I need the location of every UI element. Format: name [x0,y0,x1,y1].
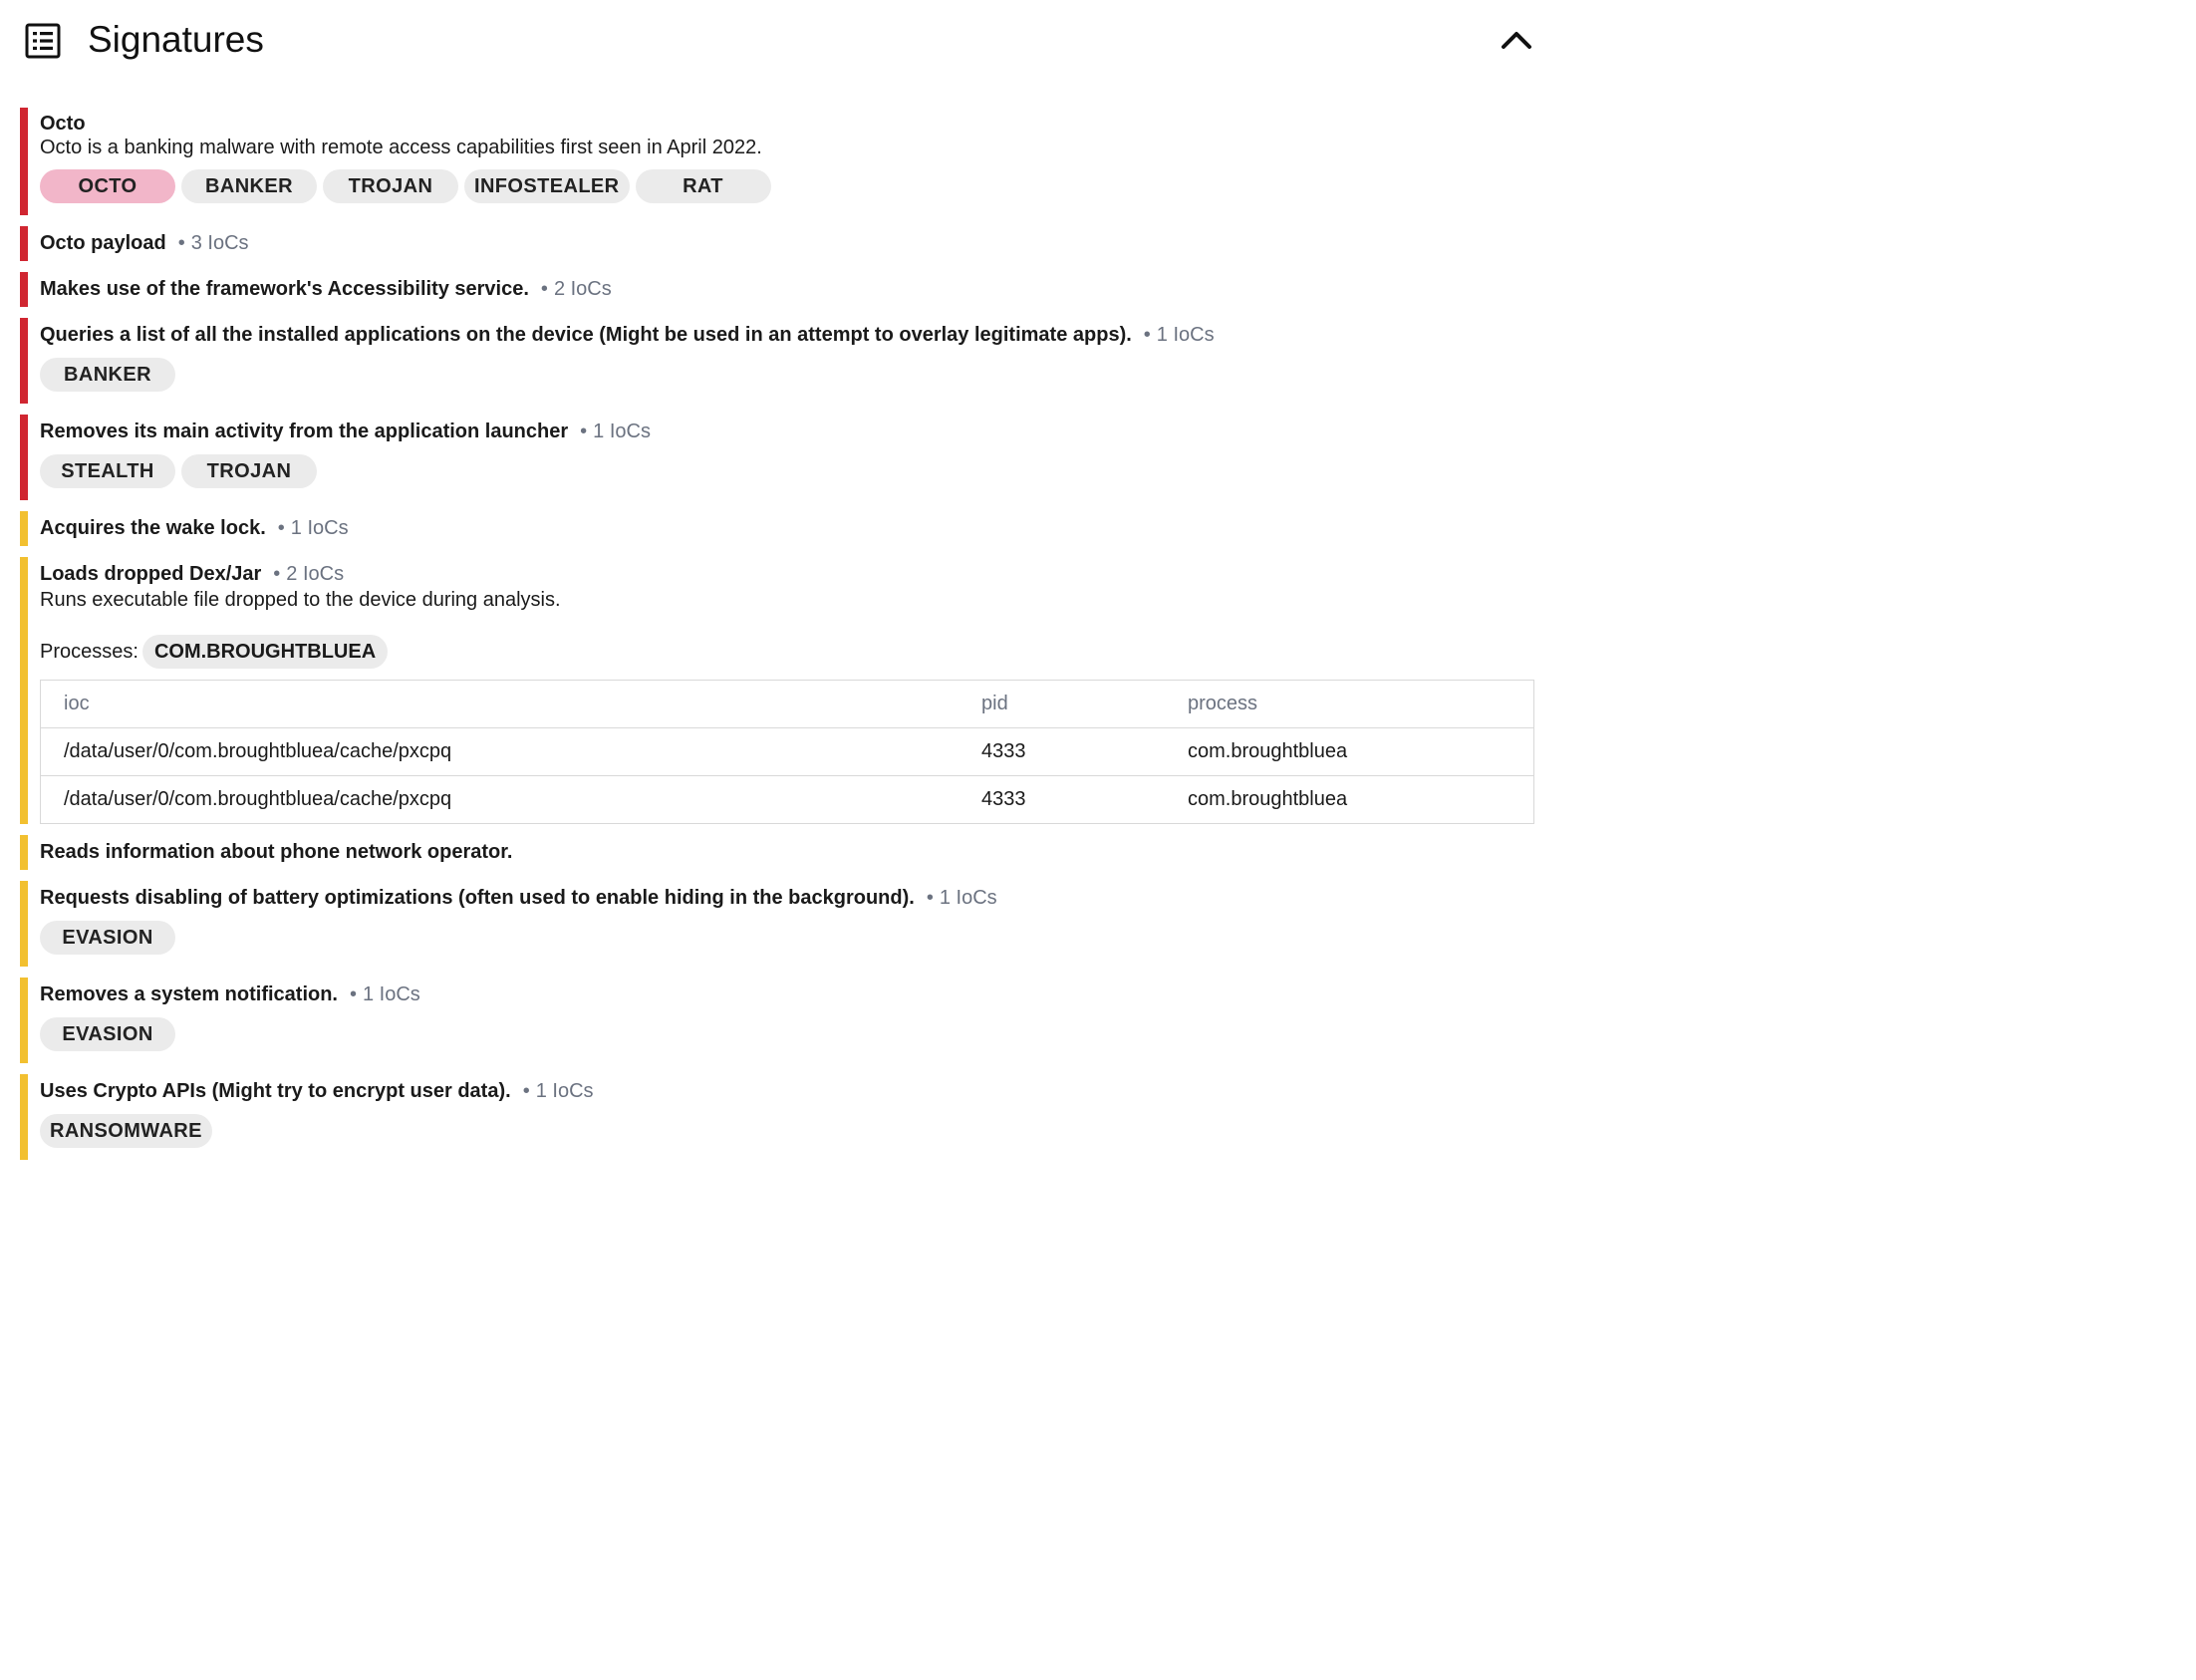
column-header-pid[interactable]: pid [959,680,1165,728]
tag-banker[interactable]: BANKER [181,169,317,203]
process-cell: com.broughtbluea [1165,727,1534,776]
tag-banker[interactable]: BANKER [40,358,175,392]
table-row[interactable]: /data/user/0/com.broughtbluea/cache/pxcp… [41,776,1534,824]
signature-item[interactable]: Octo payload • 3 IoCs [20,226,1534,261]
signature-item[interactable]: Removes its main activity from the appli… [20,415,1534,500]
ioc-count: • 1 IoCs [1143,324,1215,346]
signature-title: Octo [40,112,86,135]
processes-row: Processes: COM.BROUGHTBLUEA [40,634,1534,670]
signature-item[interactable]: Queries a list of all the installed appl… [20,318,1534,404]
signature-item[interactable]: Requests disabling of battery optimizati… [20,881,1534,967]
signature-item[interactable]: Acquires the wake lock. • 1 IoCs [20,511,1534,546]
signature-item[interactable]: Octo Octo is a banking malware with remo… [20,108,1534,215]
tag-octo[interactable]: OCTO [40,169,175,203]
ioc-count: • 1 IoCs [580,420,651,442]
process-chip[interactable]: COM.BROUGHTBLUEA [141,635,389,669]
signature-item[interactable]: Reads information about phone network op… [20,835,1534,870]
signature-title: Makes use of the framework's Accessibili… [40,278,529,300]
signature-title: Queries a list of all the installed appl… [40,324,1132,346]
column-header-ioc[interactable]: ioc [40,680,959,728]
signature-list: Octo Octo is a banking malware with remo… [20,108,1534,1171]
pid-cell: 4333 [981,788,1026,810]
ioc-count: • 3 IoCs [177,232,249,254]
ioc-cell: /data/user/0/com.broughtbluea/cache/pxcp… [64,788,452,810]
ioc-count: • 2 IoCs [540,278,612,300]
collapse-button[interactable] [1497,22,1536,58]
tag-infostealer[interactable]: INFOSTEALER [464,169,630,203]
signature-item[interactable]: Loads dropped Dex/Jar • 2 IoCs Runs execu… [20,557,1534,824]
column-header-process[interactable]: process [1165,680,1534,728]
tag-rat[interactable]: RAT [635,169,771,203]
signature-title: Reads information about phone network op… [40,841,513,863]
signature-item[interactable]: Removes a system notification. • 1 IoCs E… [20,978,1534,1063]
tag-trojan[interactable]: TROJAN [323,169,458,203]
signature-title: Octo payload [40,232,166,254]
signatures-header: Signatures [0,0,1554,80]
tag-stealth[interactable]: STEALTH [40,454,175,488]
signature-title: Removes its main activity from the appli… [40,420,569,442]
tag-trojan[interactable]: TROJAN [181,454,317,488]
ioc-count: • 1 IoCs [522,1080,594,1102]
ioc-count: • 2 IoCs [273,563,345,585]
tag-ransomware[interactable]: RANSOMWARE [40,1114,212,1148]
chevron-up-icon [1502,32,1531,49]
signatures-panel: Signatures Octo Octo is a banking malwar… [0,0,1554,1680]
ioc-table: ioc pid process /data/user/0/com.brought… [40,680,1534,824]
signature-description: Runs executable file dropped to the devi… [40,589,561,611]
ioc-count: • 1 IoCs [349,983,420,1005]
tag-evasion[interactable]: EVASION [40,921,175,955]
signature-item[interactable]: Uses Crypto APIs (Might try to encrypt u… [20,1074,1534,1160]
tag-evasion[interactable]: EVASION [40,1017,175,1051]
ioc-cell: /data/user/0/com.broughtbluea/cache/pxcp… [40,727,959,776]
table-header-row: ioc pid process [40,680,1534,728]
processes-label: Processes: [40,640,138,663]
signature-title: Uses Crypto APIs (Might try to encrypt u… [40,1080,511,1102]
signature-title: Requests disabling of battery optimizati… [40,887,915,909]
signature-description: Octo is a banking malware with remote ac… [40,137,762,158]
signature-item[interactable]: Makes use of the framework's Accessibili… [20,272,1534,307]
signature-title: Loads dropped Dex/Jar [40,563,262,585]
ioc-count: • 1 IoCs [277,517,349,539]
page-title: Signatures [88,19,264,60]
ioc-count: • 1 IoCs [926,887,997,909]
pid-cell: 4333 [959,727,1165,776]
process-cell: com.broughtbluea [1188,788,1348,810]
table-row[interactable]: /data/user/0/com.broughtbluea/cache/pxcp… [40,727,1534,776]
signature-title: Removes a system notification. [40,983,338,1005]
list-icon [25,23,61,59]
signature-title: Acquires the wake lock. [40,517,266,539]
